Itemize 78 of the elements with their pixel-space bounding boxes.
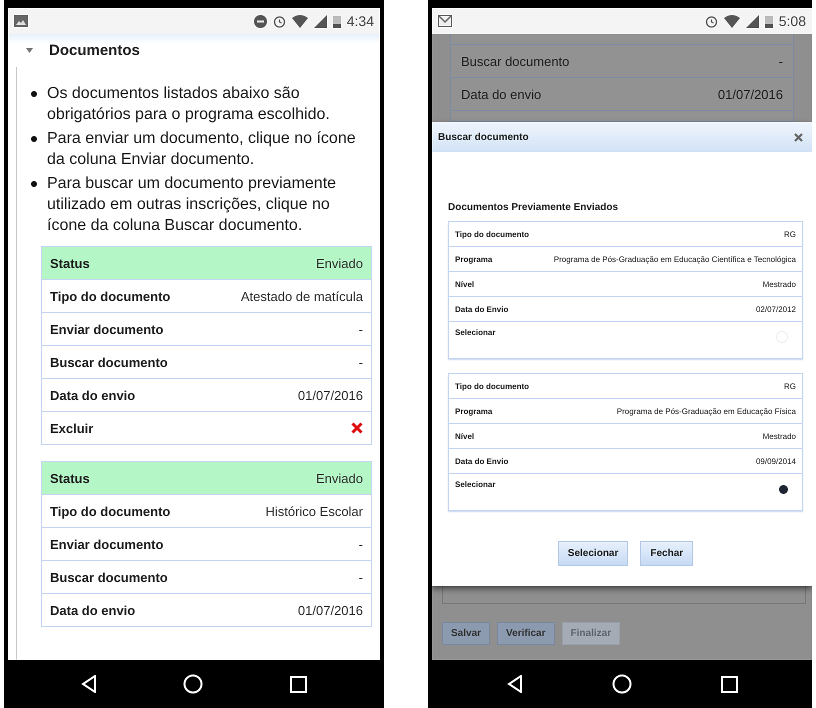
do-not-disturb-icon bbox=[254, 14, 267, 28]
row-label: Status bbox=[50, 470, 90, 486]
close-icon[interactable] bbox=[794, 132, 803, 142]
row-label: Data do envio bbox=[50, 388, 136, 402]
field-label: Data do Envio bbox=[455, 304, 508, 314]
field-label: Selecionar bbox=[455, 480, 496, 489]
row-label: Buscar documento bbox=[50, 354, 168, 370]
field-label: Nível bbox=[455, 432, 474, 440]
field-label: Tipo do documento bbox=[455, 382, 530, 390]
alarm-icon bbox=[272, 14, 286, 28]
home-icon[interactable] bbox=[183, 674, 204, 694]
row-value: - bbox=[358, 354, 363, 370]
home-icon[interactable] bbox=[612, 674, 632, 694]
row-value: Atestado de matícula bbox=[240, 288, 363, 304]
field-label: Tipo do documento bbox=[455, 230, 530, 238]
field-value: Programa de Pós-Graduação em Educação Científica e Tecnológica bbox=[554, 254, 796, 264]
bullet-icon bbox=[31, 136, 37, 142]
field-value: RG bbox=[784, 382, 796, 390]
battery-icon bbox=[332, 14, 341, 28]
row-value: - bbox=[358, 536, 363, 552]
clock-time: 4:34 bbox=[346, 13, 374, 29]
section-title: Documentos bbox=[49, 42, 140, 59]
wifi-icon bbox=[724, 14, 740, 28]
dialog-button[interactable]: Selecionar bbox=[558, 541, 628, 566]
row-label: Data do envio bbox=[50, 602, 136, 618]
row-label: Enviar documento bbox=[50, 536, 164, 552]
row-value: - bbox=[358, 322, 363, 336]
row-value: Histórico Escolar bbox=[265, 504, 363, 518]
form-button[interactable]: Salvar bbox=[442, 622, 490, 645]
instruction-text: Para buscar um documento previamente utilizado em outras inscrições, clique no ícone da coluna Buscar documento. bbox=[47, 174, 338, 236]
row-value: 01/07/2016 bbox=[298, 388, 363, 402]
dialog-title: Buscar documento bbox=[438, 132, 529, 142]
row-label: Excluir bbox=[50, 420, 94, 436]
field-label: Programa bbox=[455, 406, 492, 416]
dialog-button[interactable]: Fechar bbox=[640, 541, 694, 566]
field-value: 02/07/2012 bbox=[756, 304, 796, 314]
radio-button[interactable] bbox=[779, 485, 788, 494]
row-label: Data do envio bbox=[461, 86, 542, 102]
bullet-icon bbox=[31, 91, 37, 97]
field-value: Mestrado bbox=[762, 280, 796, 288]
row-label: Enviar documento bbox=[50, 322, 164, 336]
back-icon[interactable] bbox=[506, 675, 522, 693]
clock-time: 5:08 bbox=[778, 13, 806, 29]
instruction-text: Para enviar um documento, clique no ícone da coluna Enviar documento. bbox=[47, 129, 357, 170]
field-label: Programa bbox=[455, 254, 492, 264]
mail-icon bbox=[438, 15, 452, 27]
row-label: Buscar documento bbox=[461, 54, 570, 68]
dialog-heading: Documentos Previamente Enviados bbox=[448, 202, 620, 213]
row-value: - bbox=[778, 54, 783, 68]
field-label: Nível bbox=[455, 280, 474, 288]
back-icon[interactable] bbox=[81, 675, 98, 693]
row-label: Tipo do documento bbox=[50, 504, 170, 518]
form-button[interactable]: Verificar bbox=[497, 622, 555, 645]
field-label: Data do Envio bbox=[455, 456, 508, 466]
row-label: Tipo do documento bbox=[50, 288, 170, 304]
row-value: - bbox=[358, 570, 363, 584]
field-value: 09/09/2014 bbox=[756, 456, 796, 466]
row-value: Enviado bbox=[316, 256, 363, 270]
alarm-icon bbox=[704, 14, 718, 28]
battery-icon bbox=[764, 14, 773, 28]
bullet-icon bbox=[31, 181, 37, 187]
field-value: Programa de Pós-Graduação em Educação Física bbox=[616, 406, 796, 416]
row-label: Buscar documento bbox=[50, 570, 168, 584]
recents-icon[interactable] bbox=[290, 676, 307, 692]
signal-icon bbox=[314, 14, 327, 28]
delete-icon[interactable] bbox=[351, 422, 363, 434]
wifi-icon bbox=[292, 14, 308, 28]
image-icon bbox=[14, 15, 28, 27]
instruction-text: Os documentos listados abaixo são obrigatórios para o programa escolhido. bbox=[47, 84, 331, 125]
row-value: Enviado bbox=[316, 470, 363, 486]
field-label: Selecionar bbox=[455, 328, 496, 337]
recents-icon[interactable] bbox=[720, 676, 738, 692]
row-label: Status bbox=[50, 256, 90, 270]
field-value: RG bbox=[784, 230, 796, 238]
row-value: 01/07/2016 bbox=[718, 86, 783, 102]
row-value: 01/07/2016 bbox=[298, 602, 363, 618]
signal-icon bbox=[746, 14, 759, 28]
field-value: Mestrado bbox=[762, 432, 796, 440]
